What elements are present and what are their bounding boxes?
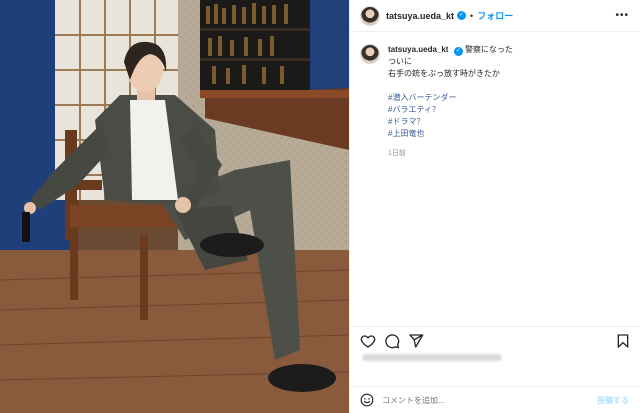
hashtag-link[interactable]: #ドラマ？ (388, 116, 513, 128)
more-horizontal-icon[interactable]: ••• (615, 10, 629, 21)
caption-line-2: ついに (388, 57, 412, 66)
caption-username[interactable]: tatsuya.ueda_kt (388, 45, 448, 54)
comment-input[interactable] (382, 395, 582, 405)
send-icon[interactable] (408, 333, 424, 349)
hashtag-link[interactable]: #潜入バーテンダー (388, 92, 513, 104)
post-sidebar: tatsuya.ueda_kt ✓ • フォロー ••• tatsuya.ued… (349, 0, 640, 413)
likes-summary-blurred (362, 354, 502, 363)
comment-bar: 投稿する (350, 386, 640, 413)
heart-icon[interactable] (360, 333, 376, 349)
caption-line-1: 警察になった (464, 45, 513, 54)
caption-line-3: 右手の銃をぶっ放す時がきたか (388, 69, 500, 78)
comment-icon[interactable] (384, 333, 400, 349)
post-header: tatsuya.ueda_kt ✓ • フォロー ••• (350, 0, 640, 32)
bookmark-icon[interactable] (615, 333, 631, 349)
caption-verified-badge-icon: ✓ (453, 47, 463, 56)
instagram-post: tatsuya.ueda_kt ✓ • フォロー ••• tatsuya.ued… (0, 0, 640, 413)
header-username[interactable]: tatsuya.ueda_kt (386, 11, 454, 21)
caption-avatar[interactable] (360, 44, 380, 64)
action-bar (350, 326, 640, 352)
hashtag-link[interactable]: #バラエティ？ (388, 104, 513, 116)
post-age[interactable]: 1日前 (388, 148, 513, 160)
post-caption: tatsuya.ueda_kt ✓ 警察になった ついに 右手の銃をぶっ放す時が… (360, 44, 630, 160)
verified-badge-icon: ✓ (457, 11, 467, 20)
follow-button[interactable]: フォロー (477, 9, 513, 22)
post-photo[interactable] (0, 0, 349, 413)
avatar[interactable] (360, 5, 380, 26)
photo-illustration (0, 0, 349, 413)
post-comment-button[interactable]: 投稿する (597, 395, 629, 406)
emoji-icon[interactable] (360, 393, 374, 407)
hashtag-link[interactable]: #上田竜也 (388, 128, 513, 140)
header-separator: • (470, 10, 474, 21)
